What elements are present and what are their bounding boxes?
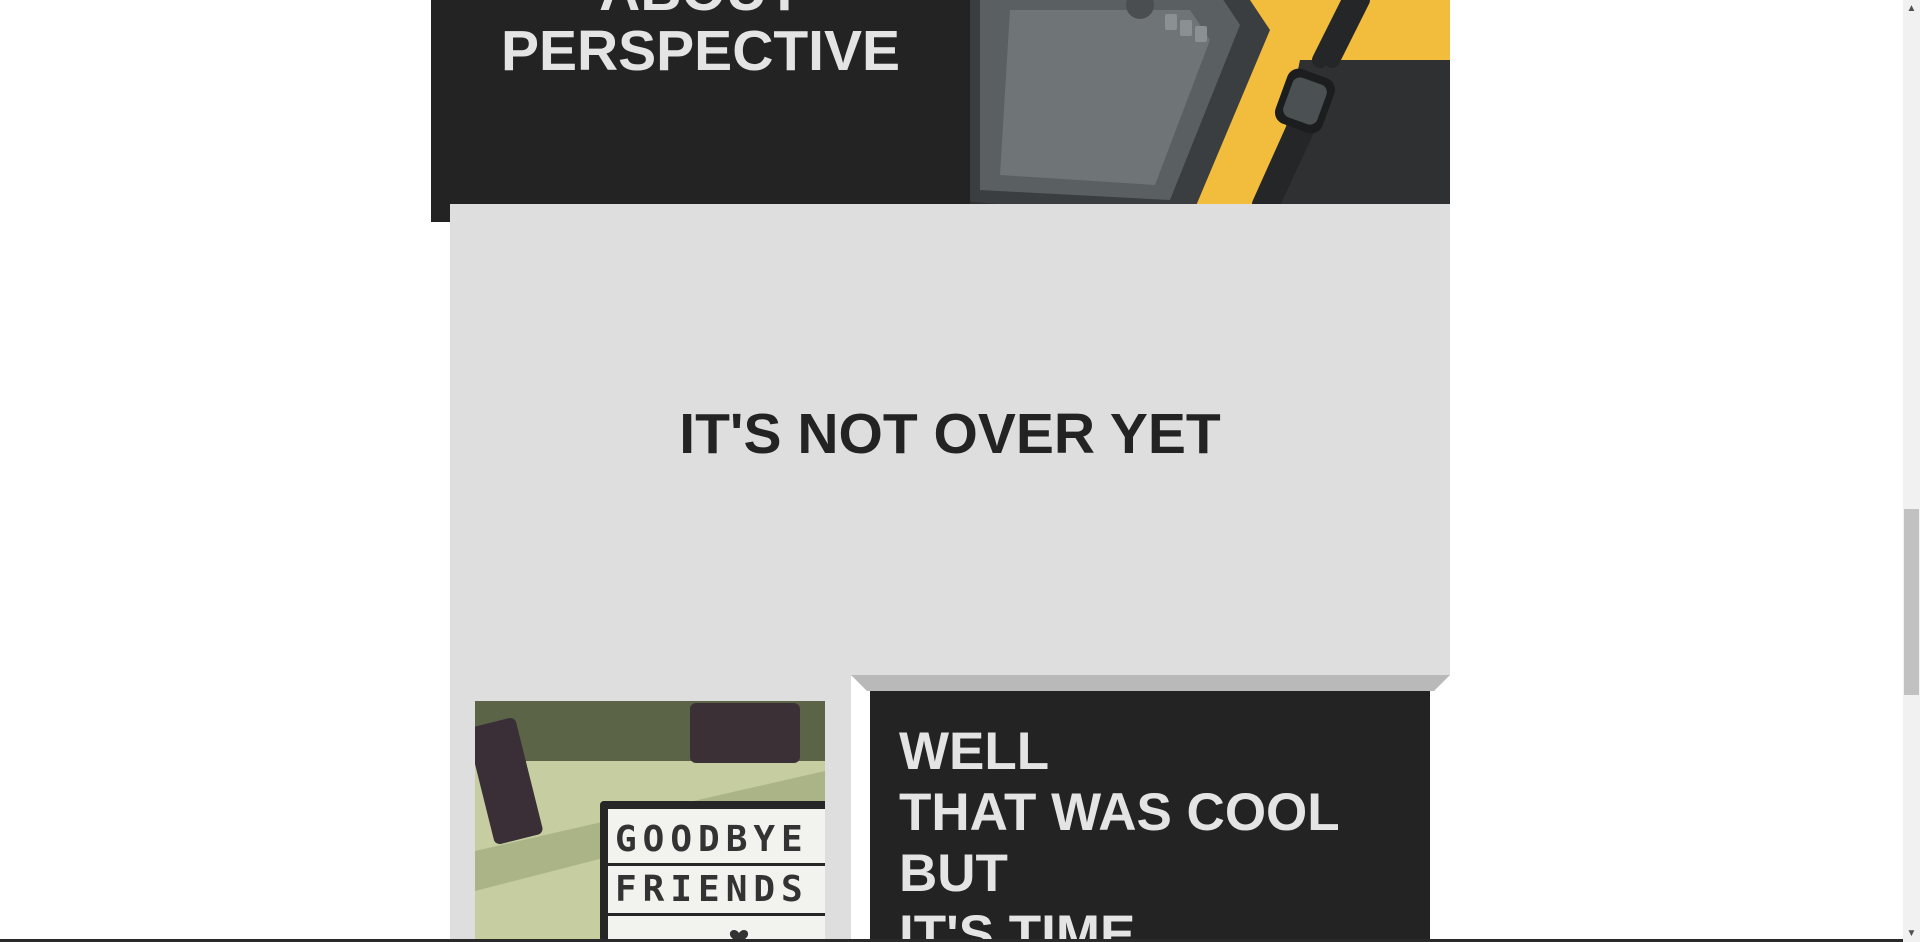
scroll-up-arrow-icon[interactable]: ▲ xyxy=(1903,0,1920,17)
scrollbar-thumb[interactable] xyxy=(1904,509,1919,695)
sign-row-2: FRIENDS xyxy=(615,869,809,910)
card-shelf-decoration xyxy=(851,675,1450,691)
tablet-watch-illustration xyxy=(970,0,1450,204)
card-line-3: BUT xyxy=(899,844,1008,903)
card-line-4: IT'S TIME xyxy=(899,905,1136,942)
sign-row-1: GOODBYE xyxy=(615,819,809,860)
scroll-down-arrow-icon[interactable]: ▼ xyxy=(1903,925,1920,942)
section-heading: IT'S NOT OVER YET xyxy=(679,402,1221,466)
goodbye-friends-photo: GOODBYE FRIENDS xyxy=(475,701,825,942)
well-that-was-cool-card: WELL THAT WAS COOL BUT IT'S TIME xyxy=(870,691,1430,942)
about-perspective-card: ABOUT PERSPECTIVE xyxy=(431,0,970,222)
card-line-2: THAT WAS COOL xyxy=(899,783,1340,842)
card-title-line-2: PERSPECTIVE xyxy=(500,19,901,83)
card-line-1: WELL xyxy=(899,722,1050,781)
tablet-watch-photo xyxy=(970,0,1450,204)
not-over-yet-section: IT'S NOT OVER YET xyxy=(450,204,1450,676)
vertical-scrollbar[interactable]: ▲ ▼ xyxy=(1903,0,1920,942)
lightbox-sign-illustration: GOODBYE FRIENDS xyxy=(475,701,825,942)
